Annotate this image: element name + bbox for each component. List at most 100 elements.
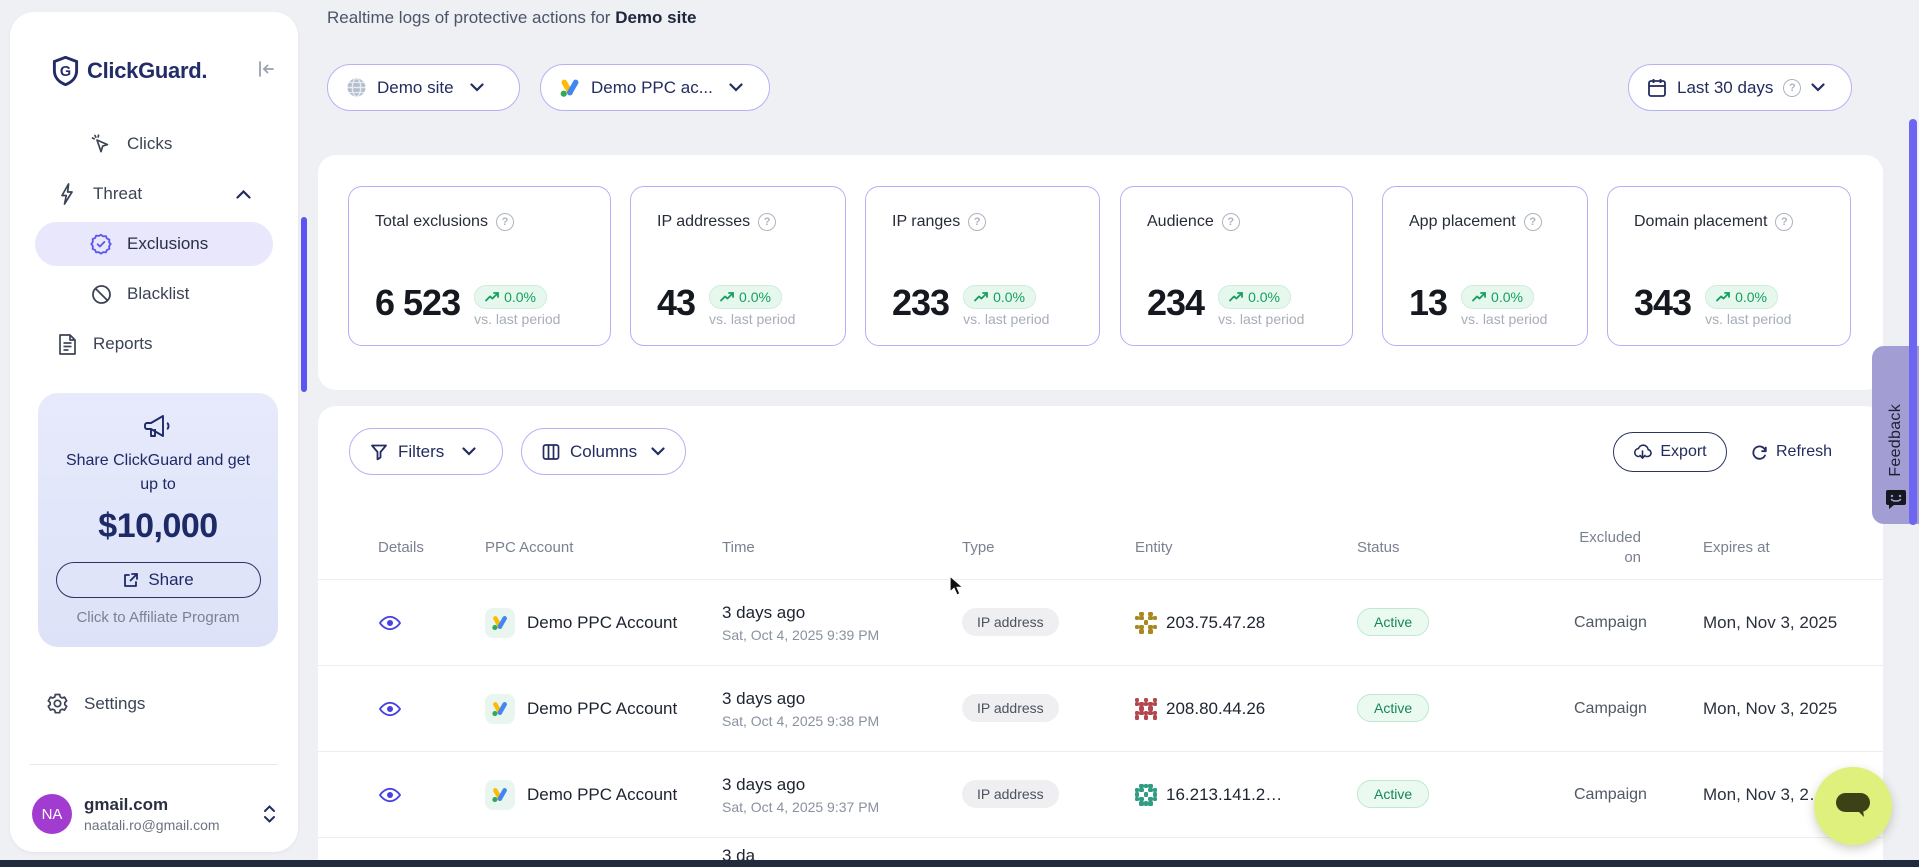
promo-headline: Share ClickGuard and get up to [38, 449, 278, 497]
ban-icon [89, 284, 113, 305]
external-link-icon [122, 572, 139, 589]
google-ads-icon [485, 694, 515, 724]
sidebar-item-blacklist[interactable]: Blacklist [35, 272, 273, 316]
table-row: Demo PPC Account 3 days agoSat, Oct 4, 2… [318, 666, 1883, 752]
status-badge: Active [1357, 694, 1429, 722]
entity-value: 203.75.47.28 [1166, 613, 1265, 633]
sidebar: G ClickGuard. Clicks Threat Exclusions B… [10, 12, 298, 852]
help-icon[interactable]: ? [1775, 213, 1793, 231]
date-range-dropdown[interactable]: Last 30 days ? [1628, 64, 1852, 111]
entity-identicon [1135, 612, 1157, 634]
affiliate-link-label[interactable]: Click to Affiliate Program [38, 609, 278, 626]
help-icon[interactable]: ? [758, 213, 776, 231]
time-absolute: Sat, Oct 4, 2025 9:38 PM [722, 713, 962, 729]
chat-widget-button[interactable] [1814, 767, 1892, 845]
sidebar-scrollbar-thumb[interactable] [301, 217, 307, 392]
col-header-ppc-account: PPC Account [485, 539, 722, 556]
chevron-down-icon [470, 83, 484, 92]
logo-text: ClickGuard. [87, 58, 207, 84]
time-absolute: Sat, Oct 4, 2025 9:39 PM [722, 627, 962, 643]
mouse-cursor [949, 575, 966, 597]
account-switcher[interactable]: NA gmail.com naatali.ro@gmail.com [32, 794, 276, 834]
chevron-down-icon [651, 447, 665, 456]
refresh-icon [1751, 444, 1768, 461]
sidebar-item-clicks[interactable]: Clicks [35, 122, 273, 166]
details-eye-icon[interactable] [378, 786, 402, 804]
help-icon[interactable]: ? [1524, 213, 1542, 231]
chevron-down-icon [1811, 83, 1825, 92]
help-icon[interactable]: ? [968, 213, 986, 231]
stat-value: 13 [1409, 285, 1447, 327]
stat-value: 6 523 [375, 285, 460, 327]
stat-value: 343 [1634, 285, 1691, 327]
globe-icon [346, 77, 367, 98]
stat-caption: vs. last period [474, 311, 560, 327]
col-header-excluded-on: Excluded on [1574, 528, 1703, 567]
feedback-label: Feedback [1887, 404, 1905, 477]
stat-label: Domain placement [1634, 213, 1767, 231]
brand-header: G ClickGuard. [52, 56, 282, 86]
details-eye-icon[interactable] [378, 614, 402, 632]
filters-label: Filters [398, 442, 444, 462]
sidebar-item-label: Blacklist [127, 284, 189, 304]
sidebar-item-settings[interactable]: Settings [46, 692, 145, 715]
bottom-edge-bar [0, 860, 1919, 867]
entity-value: 16.213.141.2… [1166, 785, 1282, 805]
stat-delta: 0.0% [1248, 289, 1280, 305]
stat-caption: vs. last period [1461, 311, 1547, 327]
table-row: Demo PPC Account 3 days agoSat, Oct 4, 2… [318, 752, 1883, 838]
expires-at-value: Mon, Nov 3, 2025 [1703, 699, 1851, 719]
settings-label: Settings [84, 694, 145, 714]
ppc-account-name: Demo PPC Account [527, 785, 677, 805]
share-button[interactable]: Share [56, 562, 261, 598]
google-ads-icon [485, 608, 515, 638]
columns-label: Columns [570, 442, 637, 462]
excluded-on-value: Campaign [1574, 786, 1703, 804]
export-button[interactable]: Export [1613, 432, 1727, 472]
exclusions-table-panel: Filters Columns Export Refresh Details P… [318, 406, 1883, 867]
chevron-up-icon [236, 190, 251, 199]
chevron-up-down-icon [263, 804, 276, 824]
sidebar-item-reports[interactable]: Reports [35, 322, 273, 366]
clickguard-logo-icon: G [52, 56, 79, 86]
help-icon[interactable]: ? [496, 213, 514, 231]
stat-card-app-placement: App placement? 13 0.0% vs. last period [1382, 186, 1588, 346]
cursor-click-icon [89, 133, 113, 155]
ppc-selector-value: Demo PPC ac... [591, 78, 713, 98]
filters-dropdown-button[interactable]: Filters [349, 428, 503, 475]
affiliate-promo-card[interactable]: Share ClickGuard and get up to $10,000 S… [38, 393, 278, 647]
entity-value: 208.80.44.26 [1166, 699, 1265, 719]
stat-label: IP addresses [657, 213, 750, 231]
page-scrollbar-thumb[interactable] [1909, 119, 1917, 525]
lightning-icon [55, 182, 79, 206]
ppc-account-name: Demo PPC Account [527, 699, 677, 719]
stat-caption: vs. last period [1218, 311, 1304, 327]
entity-identicon [1135, 784, 1157, 806]
trend-up-icon [1716, 292, 1730, 302]
stat-value: 233 [892, 285, 949, 327]
columns-dropdown-button[interactable]: Columns [521, 428, 686, 475]
help-icon[interactable]: ? [1222, 213, 1240, 231]
trend-up-icon [485, 292, 499, 302]
stat-value: 43 [657, 285, 695, 327]
details-eye-icon[interactable] [378, 700, 402, 718]
stat-card-ip-ranges: IP ranges? 233 0.0% vs. last period [865, 186, 1100, 346]
chat-smiley-icon [1885, 489, 1907, 510]
sidebar-item-threat[interactable]: Threat [35, 172, 273, 216]
refresh-button[interactable]: Refresh [1751, 432, 1832, 472]
type-badge: IP address [962, 694, 1059, 722]
sidebar-item-label: Threat [93, 184, 142, 204]
share-button-label: Share [148, 570, 193, 590]
stat-caption: vs. last period [963, 311, 1049, 327]
sidebar-collapse-icon[interactable] [255, 58, 270, 80]
document-icon [55, 333, 79, 356]
expires-at-value: Mon, Nov 3, 2025 [1703, 613, 1851, 633]
help-icon[interactable]: ? [1783, 79, 1801, 97]
avatar: NA [32, 794, 72, 834]
col-header-expires-at: Expires at [1703, 539, 1851, 556]
stat-card-ip-addresses: IP addresses? 43 0.0% vs. last period [630, 186, 846, 346]
site-selector-dropdown[interactable]: Demo site [327, 64, 520, 111]
excluded-on-value: Campaign [1574, 614, 1703, 632]
sidebar-item-exclusions[interactable]: Exclusions [35, 222, 273, 266]
ppc-account-selector-dropdown[interactable]: Demo PPC ac... [540, 64, 770, 111]
